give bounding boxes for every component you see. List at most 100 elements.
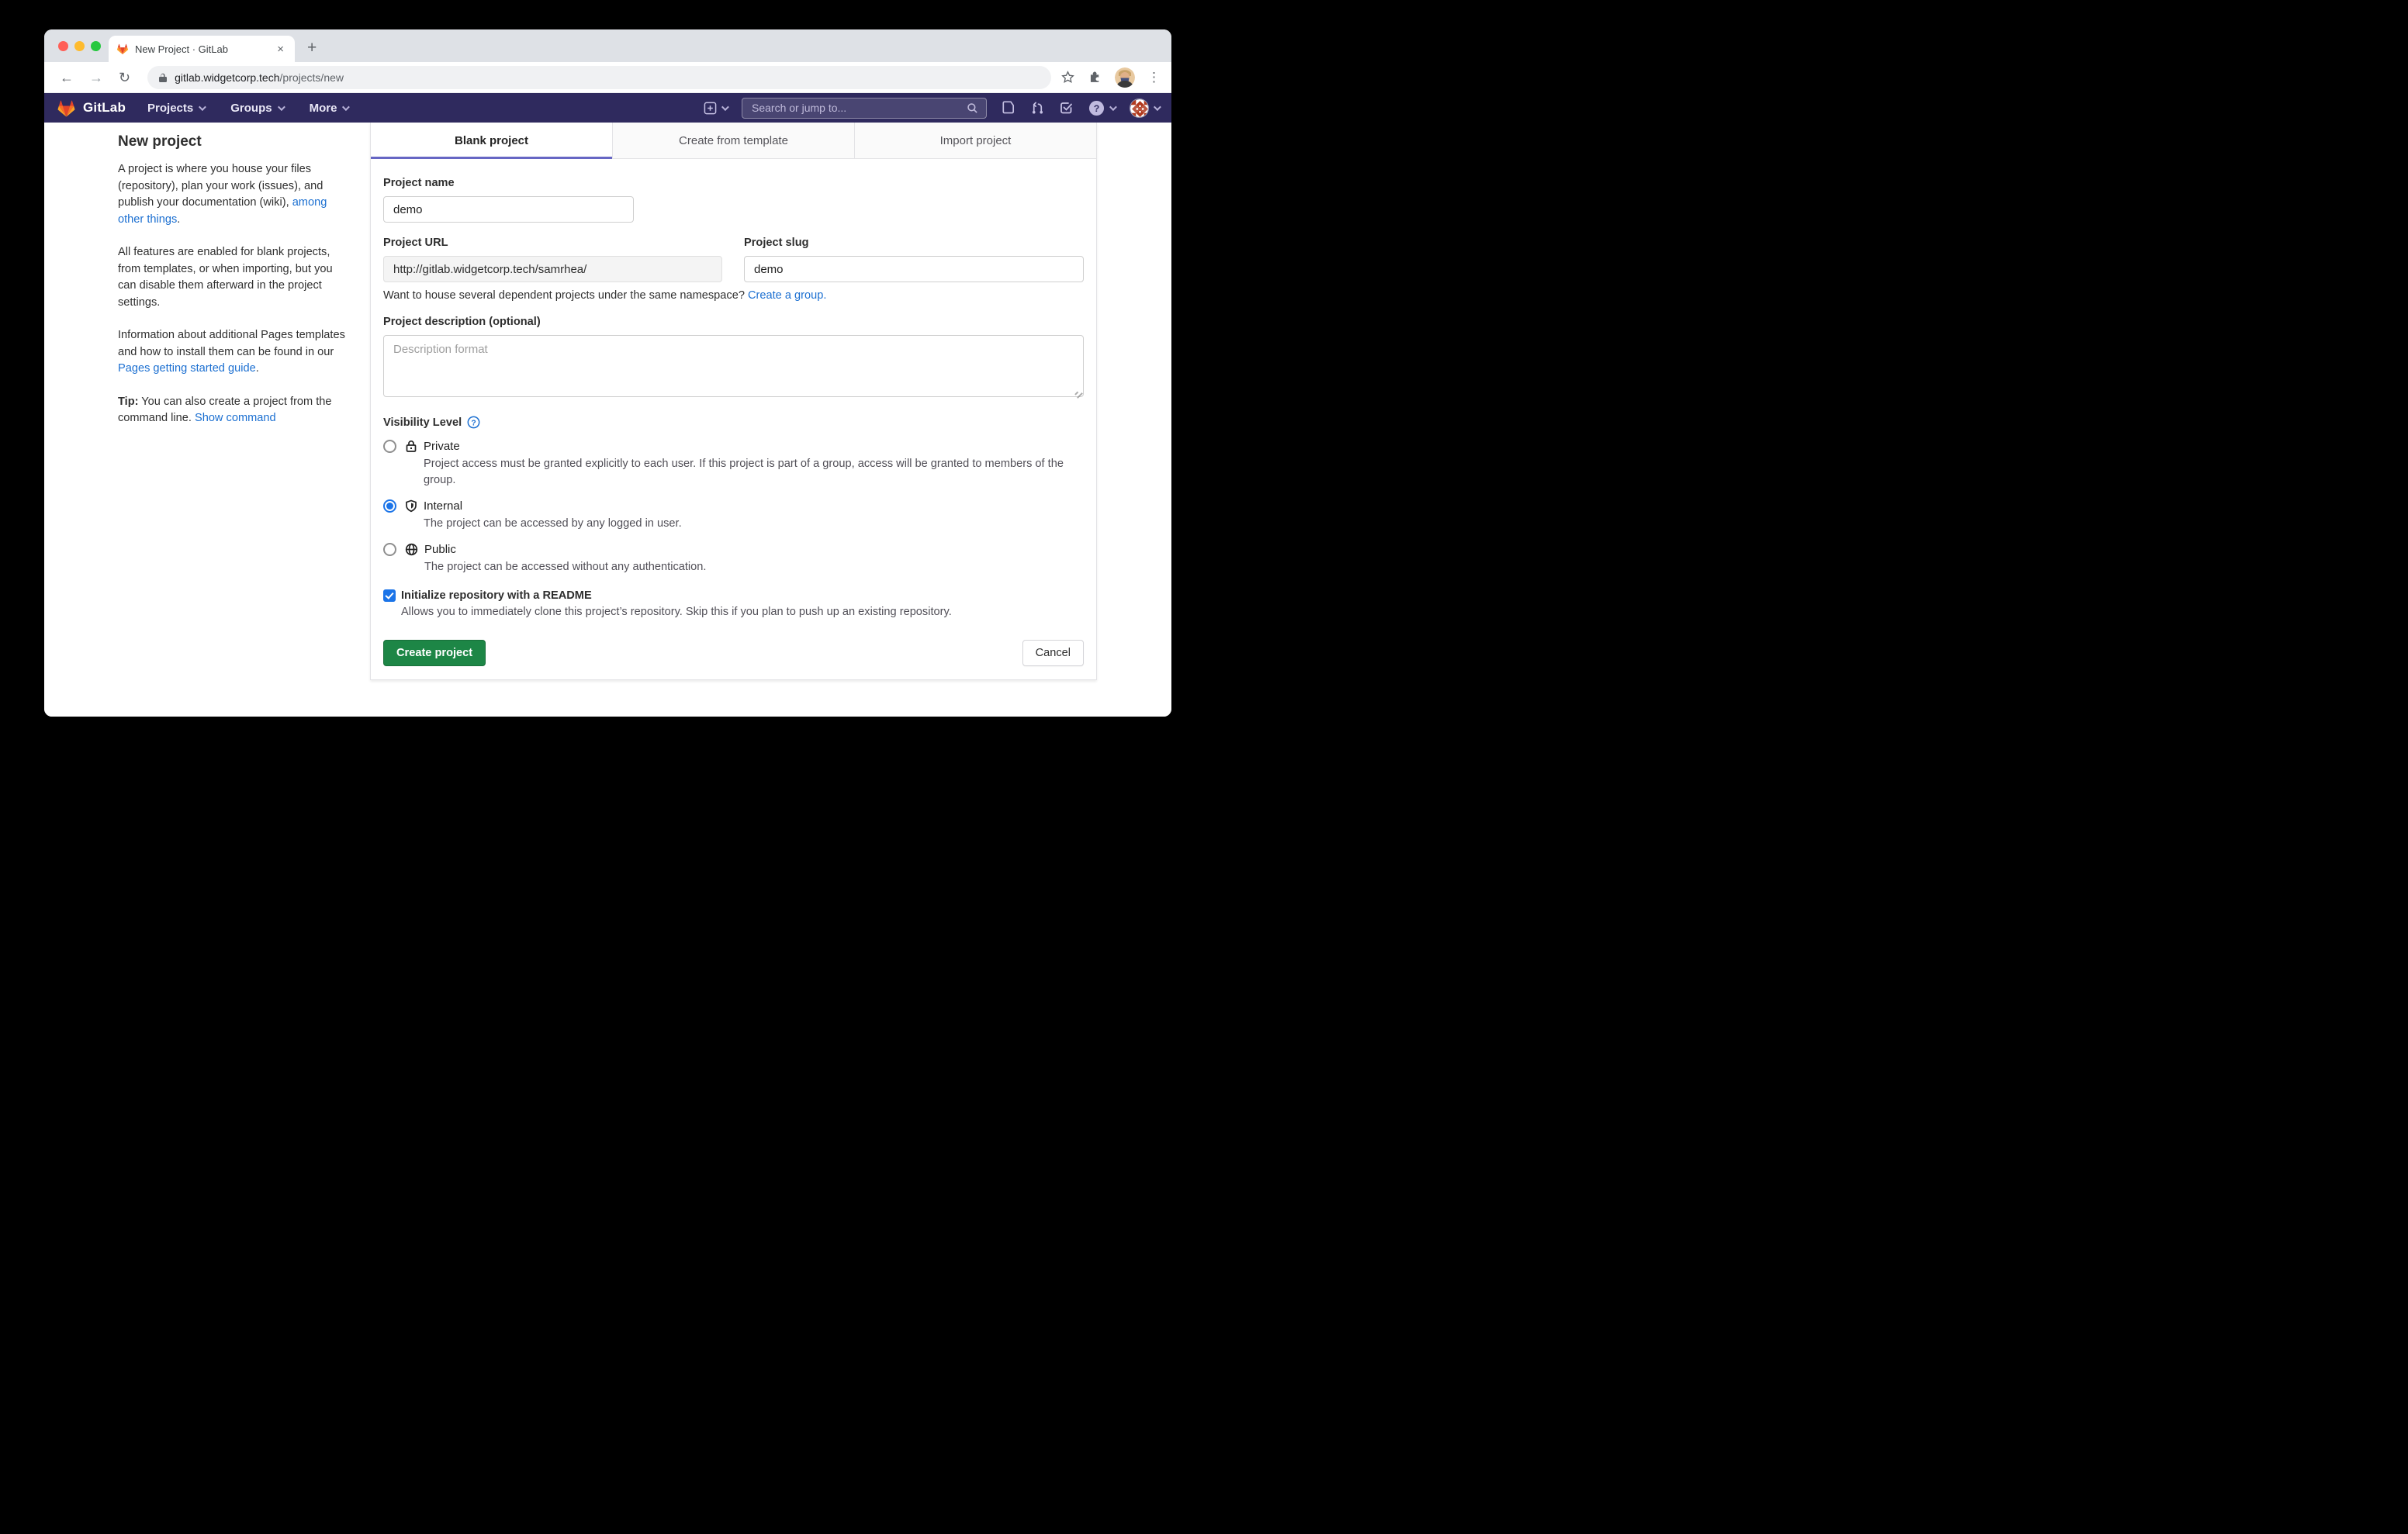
menu-projects[interactable]: Projects xyxy=(147,102,204,115)
visibility-option-private[interactable]: Private Project access must be granted e… xyxy=(383,439,1084,489)
shield-icon xyxy=(405,499,417,513)
sidebar-p3-text: Information about additional Pages templ… xyxy=(118,329,345,358)
browser-profile-avatar[interactable] xyxy=(1115,67,1135,88)
reload-icon[interactable]: ↻ xyxy=(111,71,138,85)
bookmark-star-icon[interactable] xyxy=(1060,70,1075,85)
cancel-button[interactable]: Cancel xyxy=(1022,640,1084,666)
project-slug-input[interactable] xyxy=(744,256,1084,282)
globe-icon xyxy=(405,543,418,556)
merge-requests-icon[interactable] xyxy=(1030,100,1045,116)
browser-tab-strip: New Project · GitLab × + xyxy=(44,29,1171,62)
gitlab-favicon-icon xyxy=(116,43,129,55)
zoom-window-button[interactable] xyxy=(91,41,101,51)
project-name-input[interactable] xyxy=(383,196,634,223)
tab-import-project[interactable]: Import project xyxy=(854,123,1096,159)
sidebar-paragraph-3: Information about additional Pages templ… xyxy=(118,327,351,378)
help-icon: ? xyxy=(1088,100,1105,116)
help-menu[interactable]: ? xyxy=(1088,100,1115,116)
tab-blank-project[interactable]: Blank project xyxy=(371,123,612,159)
user-avatar xyxy=(1130,98,1149,118)
tab-title: New Project · GitLab xyxy=(135,43,274,55)
back-icon[interactable]: ← xyxy=(52,71,81,85)
pages-guide-link[interactable]: Pages getting started guide xyxy=(118,362,256,375)
visibility-level-header: Visibility Level ? xyxy=(383,416,1084,429)
new-project-panel: Blank project Create from template Impor… xyxy=(370,123,1097,680)
gitlab-navbar: GitLab Projects Groups More xyxy=(44,93,1171,123)
private-radio[interactable] xyxy=(383,440,396,453)
chevron-down-icon xyxy=(721,103,729,111)
address-bar[interactable]: gitlab.widgetcorp.tech/projects/new xyxy=(147,66,1051,89)
new-project-sidebar: New project A project is where you house… xyxy=(118,123,351,717)
menu-projects-label: Projects xyxy=(147,102,193,115)
todos-icon[interactable] xyxy=(1060,101,1074,115)
visibility-option-internal[interactable]: Internal The project can be accessed by … xyxy=(383,499,1084,532)
visibility-option-public[interactable]: Public The project can be accessed witho… xyxy=(383,542,1084,575)
gitlab-logo-icon xyxy=(57,98,76,118)
plus-square-icon xyxy=(704,102,717,115)
tip-label: Tip: xyxy=(118,396,138,408)
readme-label: Initialize repository with a README xyxy=(401,589,592,602)
sidebar-tip: Tip: You can also create a project from … xyxy=(118,394,351,427)
project-name-label: Project name xyxy=(383,177,1084,189)
user-menu[interactable] xyxy=(1130,98,1159,118)
close-window-button[interactable] xyxy=(58,41,68,51)
menu-more[interactable]: More xyxy=(310,102,348,115)
global-search[interactable] xyxy=(742,98,987,119)
readme-checkbox[interactable] xyxy=(383,589,396,602)
namespace-hint-text: Want to house several dependent projects… xyxy=(383,289,748,302)
search-input[interactable] xyxy=(750,101,967,115)
page-content: New project A project is where you house… xyxy=(44,123,1171,717)
new-item-menu[interactable] xyxy=(704,102,727,115)
svg-text:?: ? xyxy=(1094,102,1100,113)
visibility-help-icon[interactable]: ? xyxy=(467,416,480,429)
project-url-group: Project URL xyxy=(383,237,722,282)
readme-group: Initialize repository with a README Allo… xyxy=(383,589,1084,618)
chevron-down-icon xyxy=(342,103,350,111)
visibility-level-label: Visibility Level xyxy=(383,416,462,429)
browser-tab[interactable]: New Project · GitLab × xyxy=(109,36,295,62)
url-host: gitlab.widgetcorp.tech xyxy=(175,71,279,84)
public-radio[interactable] xyxy=(383,543,396,556)
gitlab-brand[interactable]: GitLab xyxy=(57,98,126,118)
create-a-group-link[interactable]: Create a group. xyxy=(748,289,826,302)
url-lock-icon[interactable] xyxy=(158,72,168,83)
create-project-button[interactable]: Create project xyxy=(383,640,486,666)
search-icon xyxy=(967,102,978,114)
tab-close-icon[interactable]: × xyxy=(274,42,287,57)
chevron-down-icon xyxy=(1109,103,1117,111)
public-option-label: Public xyxy=(424,542,706,557)
lock-icon xyxy=(405,440,417,453)
gitlab-brand-label: GitLab xyxy=(83,100,126,116)
new-tab-button[interactable]: + xyxy=(303,38,321,57)
browser-menu-kebab-icon[interactable]: ⋮ xyxy=(1147,70,1161,85)
menu-more-label: More xyxy=(310,102,337,115)
chevron-down-icon xyxy=(199,103,206,111)
extensions-puzzle-icon[interactable] xyxy=(1088,70,1102,85)
browser-window: New Project · GitLab × + ← → ↻ gitlab.wi… xyxy=(44,29,1171,717)
project-url-input[interactable] xyxy=(383,256,722,282)
project-description-textarea[interactable] xyxy=(383,335,1084,397)
public-option-desc: The project can be accessed without any … xyxy=(424,559,706,575)
gitlab-top-menus: Projects Groups More xyxy=(147,102,348,115)
url-path: /projects/new xyxy=(280,71,344,84)
description-group: Project description (optional) xyxy=(383,316,1084,401)
navbar-right-cluster: ? xyxy=(704,93,1159,123)
private-option-desc: Project access must be granted explicitl… xyxy=(424,456,1075,489)
issues-icon[interactable] xyxy=(1002,100,1015,116)
show-command-link[interactable]: Show command xyxy=(195,412,276,424)
form-actions: Create project Cancel xyxy=(383,640,1084,666)
svg-text:?: ? xyxy=(471,419,476,427)
menu-groups-label: Groups xyxy=(230,102,272,115)
namespace-hint: Want to house several dependent projects… xyxy=(383,289,1084,302)
internal-option-desc: The project can be accessed by any logge… xyxy=(424,516,682,532)
tab-create-from-template[interactable]: Create from template xyxy=(612,123,854,159)
page-title: New project xyxy=(118,133,351,150)
browser-toolbar: ← → ↻ gitlab.widgetcorp.tech/projects/ne… xyxy=(44,62,1171,93)
macos-window-controls xyxy=(58,41,101,51)
internal-option-label: Internal xyxy=(424,499,682,513)
screenshot-root: New Project · GitLab × + ← → ↻ gitlab.wi… xyxy=(0,0,1204,767)
internal-radio[interactable] xyxy=(383,499,396,513)
private-option-label: Private xyxy=(424,439,1075,454)
menu-groups[interactable]: Groups xyxy=(230,102,282,115)
minimize-window-button[interactable] xyxy=(74,41,85,51)
